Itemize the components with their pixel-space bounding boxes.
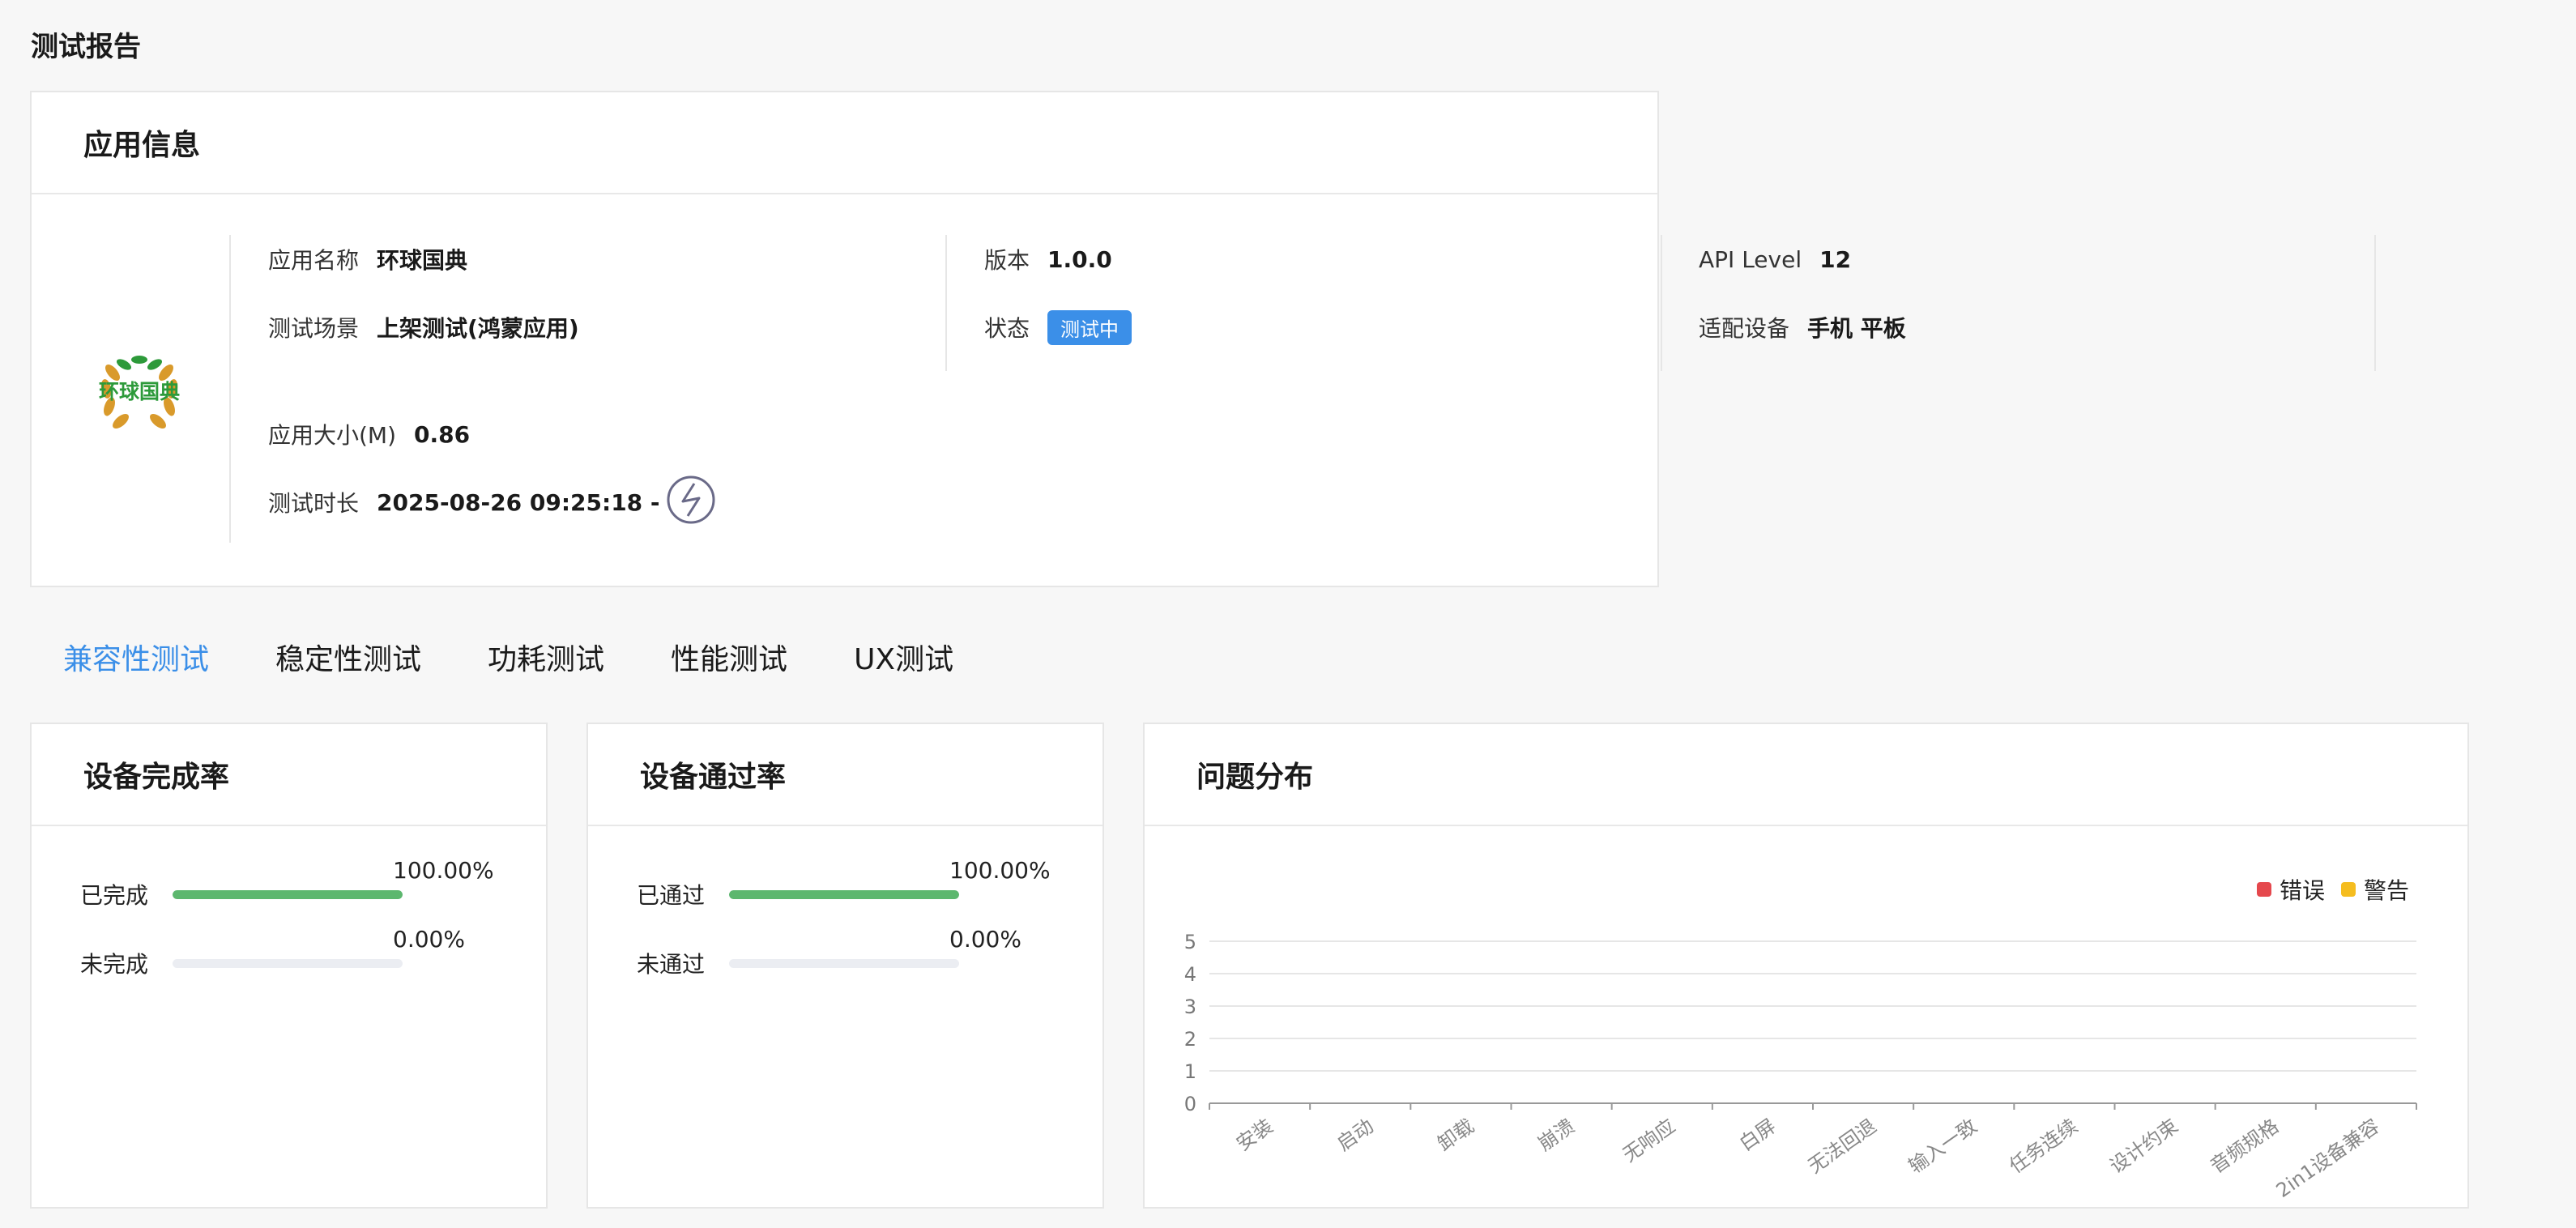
not-completed-bar [173,958,403,968]
x-tick-label: 白屏 [1735,1115,1780,1155]
status-badge: 测试中 [1047,309,1132,345]
passed-label: 已通过 [637,882,706,909]
test-tabs: 兼容性测试 稳定性测试 功耗测试 性能测试 UX测试 [63,636,953,678]
tab-compatibility[interactable]: 兼容性测试 [63,636,209,678]
app-name-value: 环球国典 [377,247,468,274]
column-divider [1661,235,1662,371]
not-passed-row: 未通过 0.00% [637,926,1021,979]
devices-row: 适配设备 手机 平板 [1699,303,1906,352]
x-tick-label: 设计约束 [2105,1115,2182,1178]
x-tick-label: 无响应 [1619,1115,1679,1166]
tab-stability[interactable]: 稳定性测试 [275,636,421,678]
duration-label: 测试时长 [268,490,360,517]
issues-card: 问题分布 错误 警告 0 1 2 3 4 5 安装 启动 卸载 崩溃 无响应 白屏 无法回退 输入一致 任务… [1143,723,2469,1209]
x-tick-label: 输入一致 [1904,1115,1981,1178]
version-row: 版本 1.0.0 [984,235,1112,284]
x-tick-label: 音频规格 [2206,1115,2283,1178]
devices-value: 手机 平板 [1807,315,1906,342]
app-name-row: 应用名称 环球国典 [268,235,467,284]
tab-power[interactable]: 功耗测试 [488,636,604,678]
devices-label: 适配设备 [1699,315,1790,342]
completed-percent: 100.00% [393,857,494,884]
tab-performance[interactable]: 性能测试 [671,636,787,678]
completed-label: 已完成 [80,882,149,909]
logo-text: 环球国典 [99,380,180,403]
pass-rate-header: 设备通过率 [588,724,1102,826]
completed-row: 已完成 100.00% [80,857,494,910]
x-tick-label: 任务连续 [2005,1115,2082,1178]
y-tick-label: 1 [1184,1060,1196,1083]
scene-value: 上架测试(鸿蒙应用) [377,315,579,342]
pass-rate-card: 设备通过率 已通过 100.00% 未通过 0.00% [586,723,1104,1209]
loading-icon [665,474,717,531]
completion-header: 设备完成率 [32,724,546,826]
passed-bar [729,889,959,899]
x-tick-label: 卸载 [1433,1115,1478,1155]
completed-bar-fill [173,889,403,899]
passed-row: 已通过 100.00% [637,857,1051,910]
not-passed-label: 未通过 [637,951,706,978]
app-info-header: 应用信息 [32,92,1657,194]
status-label: 状态 [984,315,1030,342]
not-passed-percent: 0.00% [949,926,1021,953]
size-value: 0.86 [414,420,471,448]
page-title: 测试报告 [31,31,141,63]
api-level-row: API Level 12 [1699,235,1851,284]
size-label: 应用大小(M) [268,422,397,449]
version-label: 版本 [984,247,1030,274]
scene-row: 测试场景 上架测试(鸿蒙应用) [268,303,579,352]
tab-ux[interactable]: UX测试 [854,636,953,678]
y-tick-label: 4 [1184,963,1196,986]
api-level-value: 12 [1819,245,1852,273]
logo-divider [229,235,231,543]
x-tick-label: 2in1设备兼容 [2272,1115,2384,1202]
app-name-label: 应用名称 [268,247,360,274]
x-tick-label: 安装 [1232,1115,1277,1155]
x-tick-label: 无法回退 [1804,1115,1881,1178]
x-tick-label: 启动 [1333,1115,1377,1155]
column-divider [2374,235,2376,371]
status-row: 状态 测试中 [984,303,1132,352]
version-value: 1.0.0 [1047,245,1112,273]
not-completed-percent: 0.00% [393,926,465,953]
not-completed-label: 未完成 [80,951,149,978]
app-logo-icon: 环球国典 [95,348,184,437]
scene-label: 测试场景 [268,315,360,342]
not-completed-row: 未完成 0.00% [80,926,465,979]
app-info-card: 应用信息 环球国典 应用名称 环球国典 测试场景 上架测试(鸿蒙应用) 版本 1… [30,91,2376,587]
api-level-label: API Level [1699,245,1802,273]
y-tick-label: 2 [1184,1028,1196,1051]
duration-value: 2025-08-26 09:25:18 - [377,488,660,516]
issues-chart: 0 1 2 3 4 5 安装 启动 卸载 崩溃 无响应 白屏 无法回退 输入一致 任务连续 设计约束 音频规格2… [1184,931,2417,1202]
y-tick-label: 0 [1184,1093,1196,1115]
size-row: 应用大小(M) 0.86 [268,410,470,458]
x-tick-label: 崩溃 [1534,1115,1579,1155]
completion-card: 设备完成率 已完成 100.00% 未完成 0.00% [30,723,548,1209]
completed-bar [173,889,403,899]
y-tick-label: 3 [1184,996,1196,1018]
column-divider [945,235,947,371]
duration-row: 测试时长 2025-08-26 09:25:18 - [268,475,717,527]
passed-bar-fill [729,889,959,899]
not-passed-bar [729,958,959,968]
passed-percent: 100.00% [949,857,1051,884]
y-tick-label: 5 [1184,931,1196,953]
